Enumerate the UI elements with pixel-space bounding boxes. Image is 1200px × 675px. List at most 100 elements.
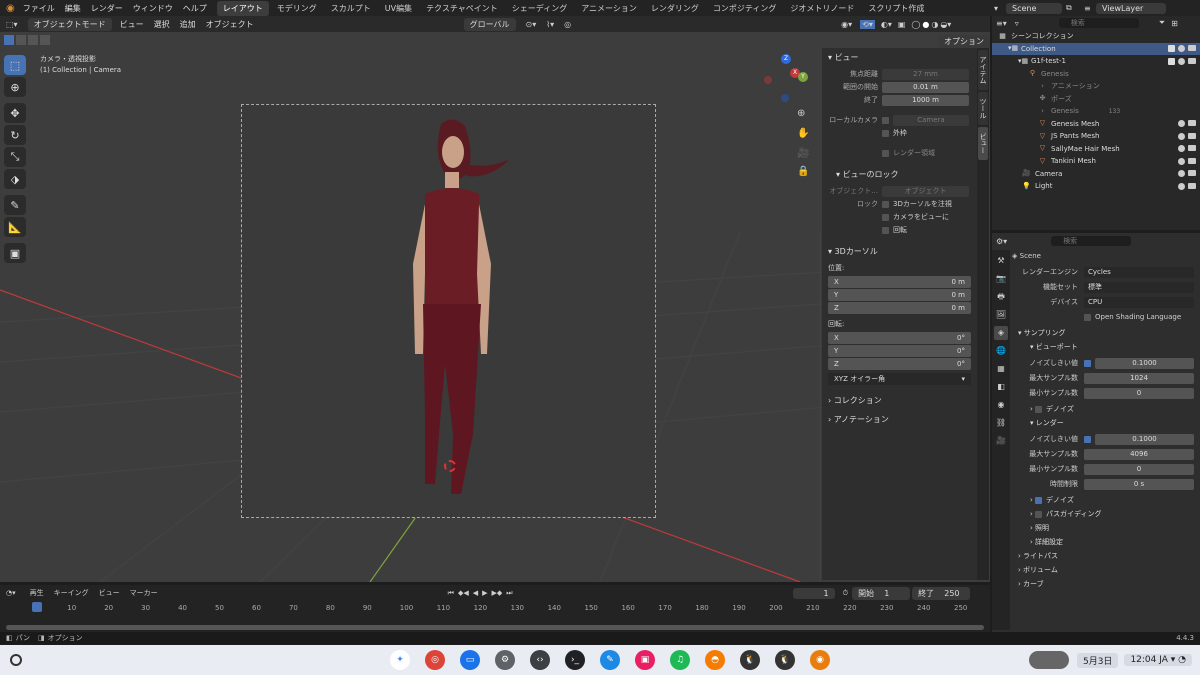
tab-uv[interactable]: UV編集 bbox=[379, 1, 418, 16]
tab-geometry-nodes[interactable]: ジオメトリノード bbox=[784, 1, 860, 16]
r-noise-field[interactable]: 0.1000 bbox=[1095, 433, 1194, 445]
constraints-tab-icon[interactable]: ⛓ bbox=[994, 416, 1008, 430]
tab-tool[interactable]: ツール bbox=[978, 92, 988, 125]
playback-menu[interactable]: 再生 bbox=[30, 588, 44, 598]
terminal-icon[interactable]: ›_ bbox=[565, 650, 585, 670]
add-cube-tool-icon[interactable]: ▣ bbox=[4, 243, 26, 263]
outliner-row-hair-mesh[interactable]: ▽ SallyMae Hair Mesh bbox=[992, 143, 1200, 156]
play-icon[interactable]: ▶ bbox=[482, 589, 487, 597]
measure-tool-icon[interactable]: 📐 bbox=[4, 217, 26, 237]
clock-chip[interactable]: 12:04 JA ▾ ◔ bbox=[1124, 654, 1192, 666]
cursor-z-field[interactable]: Z0 m bbox=[828, 302, 971, 314]
transform-tool-icon[interactable]: ⬗ bbox=[4, 169, 26, 189]
vp-min-samples-field[interactable]: 0 bbox=[1084, 387, 1194, 399]
character-model[interactable] bbox=[395, 114, 515, 514]
scene-name-field[interactable]: Scene bbox=[1006, 2, 1063, 14]
spotify-icon[interactable]: ♫ bbox=[670, 650, 690, 670]
collection-tab-icon[interactable]: ▦ bbox=[994, 362, 1008, 376]
osl-checkbox[interactable]: Open Shading Language bbox=[1095, 313, 1181, 321]
outliner-row-tankini-mesh[interactable]: ▽ Tankini Mesh bbox=[992, 155, 1200, 168]
lights-subsection[interactable]: › 照明 bbox=[1012, 521, 1200, 535]
3d-cursor-header[interactable]: ▾ 3Dカーソル bbox=[822, 242, 977, 261]
outliner-search-input[interactable]: 検索 bbox=[1058, 18, 1139, 28]
outliner-row-animation[interactable]: › アニメーション bbox=[992, 80, 1200, 93]
annotate-tool-icon[interactable]: ✎ bbox=[4, 195, 26, 215]
visibility-icon[interactable]: ◉▾ bbox=[841, 20, 852, 29]
linux-penguin-alt-icon[interactable]: 🐧 bbox=[775, 650, 795, 670]
annotation-section[interactable]: › アノテーション bbox=[822, 410, 977, 429]
jump-start-icon[interactable]: ⏮ bbox=[448, 589, 454, 598]
lock-camera-checkbox[interactable]: カメラをビューに bbox=[893, 212, 949, 222]
outliner-row-pose[interactable]: ✤ ポーズ bbox=[992, 93, 1200, 106]
pivot-icon[interactable]: ⊙▾ bbox=[526, 20, 537, 29]
menu-object[interactable]: オブジェクト bbox=[206, 19, 254, 30]
profile-avatar[interactable] bbox=[1028, 651, 1069, 669]
chrome-icon[interactable]: ◎ bbox=[425, 650, 445, 670]
overlay-icon[interactable]: ◐▾ bbox=[881, 20, 892, 29]
vp-max-samples-field[interactable]: 1024 bbox=[1084, 372, 1194, 384]
outliner-row-collection[interactable]: ▾▦ Collection bbox=[992, 42, 1200, 55]
rendered-shading-icon[interactable]: ◒▾ bbox=[940, 20, 951, 29]
clip-end-field[interactable]: 1000 m bbox=[882, 94, 969, 106]
outliner-row-g1f[interactable]: ▾▦ G1f-test-1 bbox=[992, 55, 1200, 68]
outliner-row-genesis-armature[interactable]: ⚲ Genesis bbox=[992, 68, 1200, 81]
timeline-editor-icon[interactable]: ◔▾ bbox=[6, 589, 16, 597]
local-camera-field[interactable]: Camera bbox=[893, 114, 969, 126]
properties-editor-icon[interactable]: ⚙▾ bbox=[996, 237, 1007, 246]
fire-app-icon[interactable]: ◓ bbox=[705, 650, 725, 670]
rotate-tool-icon[interactable]: ↻ bbox=[4, 125, 26, 145]
tab-scripting[interactable]: スクリプト作成 bbox=[862, 1, 930, 16]
tab-layout[interactable]: レイアウト bbox=[216, 0, 269, 16]
render-region-checkbox[interactable]: レンダー領域 bbox=[893, 148, 935, 158]
material-shading-icon[interactable]: ◑ bbox=[931, 20, 938, 29]
menu-window[interactable]: ウィンドウ bbox=[133, 3, 173, 14]
snap-icon[interactable]: ⌇▾ bbox=[546, 20, 554, 29]
options-dropdown[interactable]: オプション bbox=[938, 35, 990, 48]
render-tab-icon[interactable]: 📷 bbox=[994, 272, 1008, 286]
menu-view[interactable]: ビュー bbox=[120, 19, 144, 30]
settings-icon[interactable]: ⚙ bbox=[495, 650, 515, 670]
tab-view[interactable]: ビュー bbox=[978, 127, 988, 160]
current-frame-field[interactable]: 1 bbox=[792, 587, 835, 599]
keying-menu[interactable]: キーイング bbox=[54, 588, 89, 598]
select-extend-icon[interactable] bbox=[16, 35, 26, 45]
zoom-icon[interactable]: ⊕ bbox=[797, 108, 805, 119]
volumes-section[interactable]: › ボリューム bbox=[1012, 563, 1200, 577]
tab-animation[interactable]: アニメーション bbox=[575, 1, 643, 16]
outliner-row-camera[interactable]: 🎥 Camera bbox=[992, 168, 1200, 181]
r-min-samples-field[interactable]: 0 bbox=[1084, 463, 1194, 475]
cursor-x-field[interactable]: X0 m bbox=[828, 276, 971, 288]
menu-edit[interactable]: 編集 bbox=[65, 3, 81, 14]
vp-noise-field[interactable]: 0.1000 bbox=[1095, 357, 1194, 369]
object-tab-icon[interactable]: ◧ bbox=[994, 380, 1008, 394]
cursor-y-field[interactable]: Y0 m bbox=[828, 289, 971, 301]
proportional-icon[interactable]: ◎ bbox=[564, 20, 571, 29]
outliner-row-pants-mesh[interactable]: ▽ JS Pants Mesh bbox=[992, 130, 1200, 143]
wireframe-shading-icon[interactable]: ◯ bbox=[911, 20, 920, 29]
tab-modeling[interactable]: モデリング bbox=[271, 1, 323, 16]
xray-icon[interactable]: ▣ bbox=[898, 20, 906, 29]
cursor-tool-icon[interactable]: ⊕ bbox=[4, 77, 26, 97]
select-new-icon[interactable] bbox=[4, 35, 14, 45]
launcher-icon[interactable] bbox=[10, 654, 22, 666]
rotation-y-field[interactable]: Y 0° bbox=[828, 345, 971, 357]
timeline-scrollbar[interactable] bbox=[6, 625, 984, 630]
stopwatch-icon[interactable]: ⏱ bbox=[843, 589, 848, 598]
paint-icon[interactable]: ✎ bbox=[600, 650, 620, 670]
blender-logo-icon[interactable]: ◉ bbox=[6, 3, 15, 14]
advanced-subsection[interactable]: › 詳細設定 bbox=[1012, 535, 1200, 549]
select-subtract-icon[interactable] bbox=[28, 35, 38, 45]
linux-penguin-icon[interactable]: 🐧 bbox=[740, 650, 760, 670]
outliner-row-genesis-data[interactable]: › Genesis 133 bbox=[992, 105, 1200, 118]
tab-compositing[interactable]: コンポジティング bbox=[707, 1, 783, 16]
gallery-icon[interactable]: ▣ bbox=[635, 650, 655, 670]
outliner-row-scene-collection[interactable]: ▦ シーンコレクション bbox=[992, 30, 1200, 43]
menu-select[interactable]: 選択 bbox=[154, 19, 170, 30]
properties-search-input[interactable]: 検索 bbox=[1051, 236, 1132, 246]
time-limit-field[interactable]: 0 s bbox=[1084, 478, 1194, 490]
outliner-row-light[interactable]: 💡 Light bbox=[992, 180, 1200, 193]
date-chip[interactable]: 5月3日 bbox=[1076, 652, 1119, 668]
world-tab-icon[interactable]: 🌐 bbox=[994, 344, 1008, 358]
end-frame-field[interactable]: 終了 250 bbox=[912, 586, 971, 600]
orientation-dropdown[interactable]: グローバル bbox=[463, 17, 516, 31]
